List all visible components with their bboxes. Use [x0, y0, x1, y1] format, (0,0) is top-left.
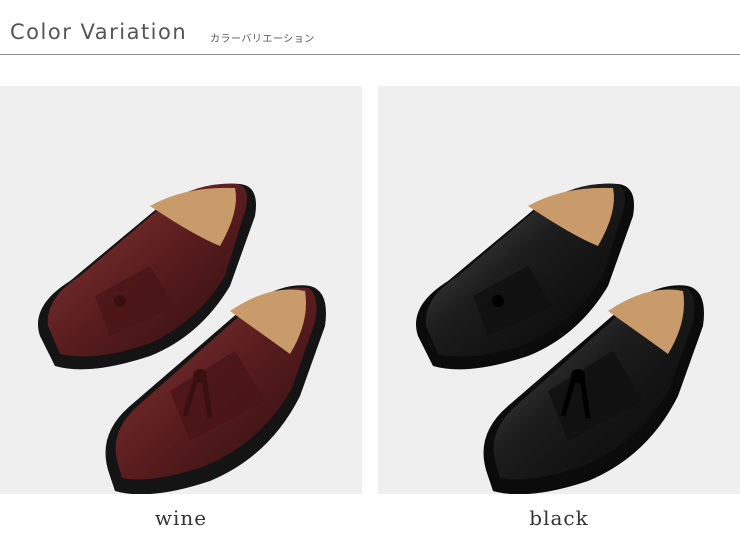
variant-label-wine: wine	[154, 506, 208, 530]
loafers-wine-illustration	[38, 183, 326, 494]
product-image-black	[378, 86, 740, 494]
product-image-wine	[0, 86, 362, 494]
page-subtitle: カラーバリエーション	[210, 34, 315, 45]
loafers-black-illustration	[416, 183, 704, 494]
header: Color Variation カラーバリエーション	[0, 0, 740, 56]
variant-label-black: black	[529, 506, 589, 530]
header-divider	[0, 54, 740, 55]
page-title: Color Variation	[10, 20, 188, 44]
